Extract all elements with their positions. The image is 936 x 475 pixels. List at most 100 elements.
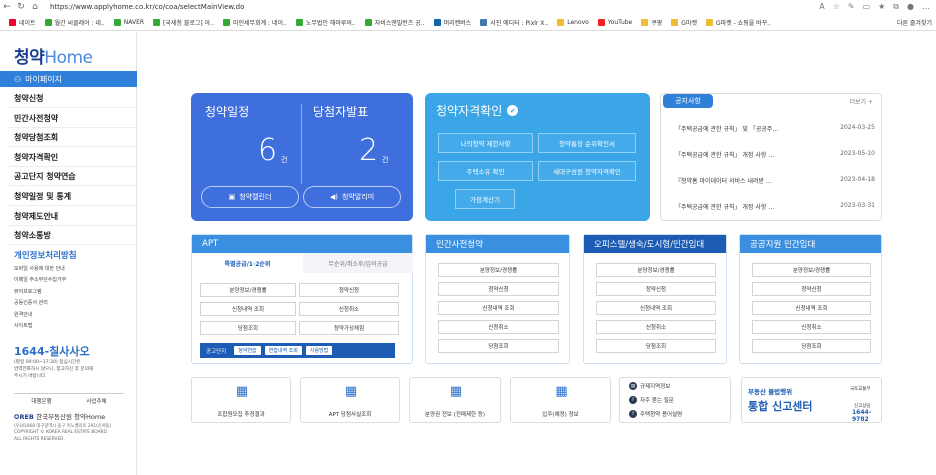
sidebar-item[interactable]: 청약제도안내 [14,211,136,222]
apt-action-button[interactable]: 청약신청 [299,283,399,297]
service-card-button[interactable]: 분양정보/경쟁률 [438,263,559,277]
bottom-link[interactable]: ▦ 입주(예정) 정보 [510,377,611,423]
sidebar-item[interactable]: 청약소통방 [14,230,136,241]
notice-tab[interactable]: 공지사항 [663,94,713,108]
apt-action-button[interactable]: 신청취소 [299,302,399,316]
bookmark-item[interactable]: 월간 씨클레어 : 네.. [44,18,105,27]
more-menu-icon[interactable]: … [922,2,930,12]
service-card-button[interactable]: 당첨조회 [596,339,716,353]
extension-icon[interactable]: ✎ [848,2,855,12]
household-qualification-button[interactable]: 세대구성원 청약자격확인 [538,161,636,181]
service-card-button[interactable]: 청약신청 [438,282,559,296]
service-card-button[interactable]: 청약신청 [752,282,871,296]
service-card-button[interactable]: 신청내역 조회 [752,301,871,315]
service-card-button[interactable]: 신청취소 [438,320,559,334]
reload-icon[interactable]: ↻ [14,2,28,12]
service-card-button[interactable]: 신청취소 [752,320,871,334]
address-bar[interactable]: https://www.applyhome.co.kr/co/coa/selec… [50,3,244,11]
home-icon[interactable]: ⌂ [28,2,42,12]
profile-icon[interactable]: ● [907,2,914,12]
privacy-link[interactable]: 사이트맵 [14,322,32,329]
split-screen-icon[interactable]: ▭ [863,2,871,12]
bookmark-item[interactable]: NAVER [113,18,144,26]
bookmark-item[interactable]: 사진 에디터 : Pixlr X.. [480,18,548,27]
notice-title[interactable]: 「주택공급에 관한 규칙」 개정 사항 … [675,150,774,159]
bookmark-item[interactable]: 쿠팡 [641,18,662,27]
service-card-button[interactable]: 신청내역 조회 [596,301,716,315]
notice-more-link[interactable]: 더보기 + [850,97,874,106]
privacy-link[interactable]: 원격안내 [14,311,32,318]
agency-bank-button[interactable]: 대행은행 [31,397,51,405]
apt-tab-other[interactable]: 무순위/취소후/임의공급 [303,253,413,273]
winner-title[interactable]: 당첨자발표 [313,103,368,120]
sidebar-item[interactable]: 청약당첨조회 [14,132,136,143]
service-card-button[interactable]: 분양정보/경쟁률 [752,263,871,277]
score-calculator-button[interactable]: 가점계산기 [455,189,515,209]
bottom-link[interactable]: ▦ 분양권 전보 (전매제한 등) [409,377,501,423]
quick-link[interactable]: ? 주택청약 용어설명 [629,410,682,418]
service-card-title[interactable]: 공공지원 민간임대 [740,235,881,253]
notice-row[interactable]: 「주택공급에 관한 규칙」 개정 사항 … 2023-05-10 [675,150,875,159]
my-restriction-button[interactable]: 나의청약 제한사항 [438,133,533,153]
service-card-button[interactable]: 당첨조회 [752,339,871,353]
notice-row[interactable]: 『청약홈 마이데이터 서비스 내려받 … 2023-04-18 [675,176,875,185]
privacy-link[interactable]: 모바일 사용에 대한 안내 [14,265,65,272]
apt-action-button[interactable]: 분양정보/경쟁률 [200,283,296,297]
bookmark-item[interactable]: 네이트 [9,18,36,27]
service-card-button[interactable]: 신청내역 조회 [438,301,559,315]
practice-history-button[interactable]: 연습내역 조회 [264,346,302,355]
notice-title[interactable]: 「주택공급에 관한 규칙」 개정 사항 … [675,202,774,211]
how-to-button[interactable]: 사용방법 [305,346,333,355]
privacy-link[interactable]: 이메일 주소무단수집거부 [14,276,66,283]
house-ownership-button[interactable]: 주택소유 확인 [438,161,533,181]
favorite-icon[interactable]: ☆ [833,2,840,12]
quick-link[interactable]: ▤ 규제지역정보 [629,382,670,390]
apt-action-button[interactable]: 청약가상체험 [299,321,399,335]
illegal-report-banner[interactable]: 부동산 불법행위 통합 신고센터 국토교통부 신고상담 1644-9782 [741,377,882,423]
privacy-link[interactable]: 뷰어프로그램 [14,288,42,295]
other-favorites[interactable]: 다른 즐겨찾기 [897,18,932,27]
service-card-title[interactable]: 오피스텔/생숙/도시형/민간임대 [584,235,726,253]
notice-title[interactable]: 『청약홈 마이데이터 서비스 내려받 … [675,176,772,185]
apt-action-button[interactable]: 신청내역 조회 [200,302,296,316]
site-logo[interactable]: 청약Home [14,43,93,68]
read-aloud-icon[interactable]: A [819,2,824,12]
apt-tab-special[interactable]: 특별공급/1·2순위 [192,253,303,273]
service-card-button[interactable]: 분양정보/경쟁률 [596,263,716,277]
bottom-link[interactable]: ▦ APT 당첨사실조회 [300,377,400,423]
alarm-button[interactable]: ◀) 청약알리미 [303,186,401,208]
bookmark-item[interactable]: G마켓 [671,18,697,27]
privacy-policy-title[interactable]: 개인정보처리방침 [14,249,77,261]
bookmark-item[interactable]: 자비스앤빌런즈 공.. [364,18,425,27]
bookmark-item[interactable]: G마켓 - 쇼핑을 바꾸.. [706,18,771,27]
notice-row[interactable]: 「주택공급에 관한 규칙」 및 「공공주… 2024-03-25 [675,124,875,133]
bottom-link[interactable]: ▦ 조합원모집 추정결과 [191,377,291,423]
sidebar-item[interactable]: 공고단지 청약연습 [14,171,136,182]
notice-title[interactable]: 「주택공급에 관한 규칙」 및 「공공주… [675,124,778,133]
sidebar-item[interactable]: 청약일정 및 통계 [14,191,136,202]
apt-action-button[interactable]: 당첨조회 [200,321,296,335]
calendar-button[interactable]: ▣ 청약캘린더 [201,186,299,208]
sidebar-item[interactable]: 청약신청 [14,93,136,104]
quick-link[interactable]: ? 자주 묻는 질문 [629,396,674,404]
back-arrow-icon[interactable]: ← [0,2,14,12]
bookmark-item[interactable]: Lenovo [557,18,589,26]
privacy-link[interactable]: 공동인증서 관리 [14,299,48,306]
bookmark-item[interactable]: 미인세무회계 : 네이.. [223,18,287,27]
collections-icon[interactable]: ⧉ [893,2,899,12]
notice-row[interactable]: 「주택공급에 관한 규칙」 개정 사항 … 2023-03-31 [675,202,875,211]
schedule-count[interactable]: 6 [258,133,277,168]
bookmark-item[interactable]: YouTube [597,18,632,26]
favorites-icon[interactable]: ★ [878,2,885,12]
bookmark-item[interactable]: [국세청 블로그] 아.. [153,18,214,27]
sidebar-item[interactable]: 청약자격확인 [14,152,136,163]
account-rank-button[interactable]: 청약통장 순위확인서 [538,133,636,153]
service-card-button[interactable]: 당첨조회 [438,339,559,353]
winner-count[interactable]: 2 [359,133,378,168]
practice-button[interactable]: 청약연습 [234,346,261,355]
bookmark-item[interactable]: 머리캔버스 [433,18,471,27]
service-card-button[interactable]: 신청취소 [596,320,716,334]
business-entity-button[interactable]: 사업주체 [86,397,106,405]
mypage-link[interactable]: ⚇ 마이페이지 [0,71,137,87]
sidebar-item[interactable]: 민간사전청약 [14,113,136,124]
